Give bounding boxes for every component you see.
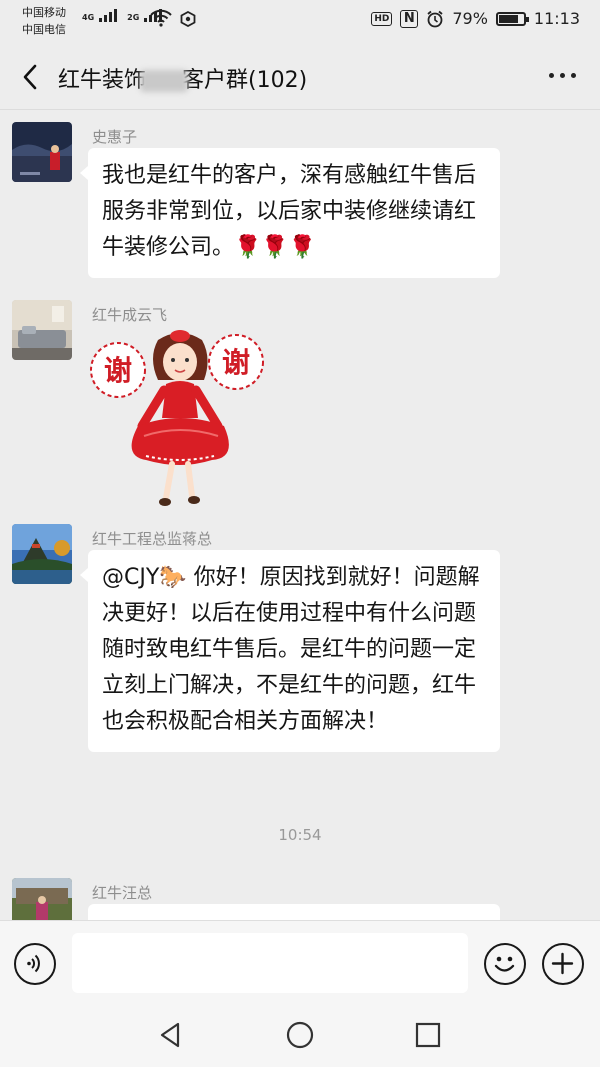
battery-fill [498, 14, 518, 23]
thank-you-sticker[interactable]: 谢 谢 [88, 328, 278, 512]
alarm-icon [427, 10, 443, 27]
network-type-2: 2G [127, 13, 140, 22]
status-right: HD N 79% 11:13 [371, 9, 580, 28]
message-bubble[interactable]: @CJY🐎 你好！原因找到就好！问题解决更好！以后在使用过程中有什么问题随时致电… [80, 550, 500, 752]
carrier-labels: 中国移动 中国电信 [22, 4, 66, 38]
battery-icon [495, 11, 529, 26]
message-list[interactable]: 史惠子 我也是红牛的客户，深有感触红牛售后服务非常到位，以后家中装修继续请红牛装… [0, 110, 600, 920]
sticker-text-left: 谢 [104, 354, 132, 387]
sender-name: 红牛工程总监蒋总 [92, 530, 213, 548]
nav-recents-icon[interactable] [413, 1020, 443, 1050]
nav-back-icon[interactable] [156, 1020, 186, 1050]
sender-name: 红牛汪总 [92, 884, 153, 902]
emoji-icon[interactable] [484, 943, 526, 985]
plus-icon[interactable] [542, 943, 584, 985]
sender-name: 红牛成云飞 [92, 306, 168, 324]
carrier-2: 中国电信 [22, 23, 66, 36]
chat-title: 红牛装饰 客户群(102) [58, 62, 307, 94]
more-dots-icon[interactable] [549, 73, 576, 78]
notification-icon [180, 11, 196, 27]
sticker-burst-left: 谢 [90, 342, 146, 398]
message-bubble[interactable]: 我也是红牛的客户，深有感触红牛售后服务非常到位，以后家中装修继续请红牛装修公司。… [80, 148, 500, 278]
avatar[interactable] [12, 122, 72, 182]
signal-bars-icon [99, 8, 118, 22]
carrier-1: 中国移动 [22, 6, 66, 19]
status-bar: 中国移动 中国电信 4G 2G HD N 79% 11:13 [0, 0, 600, 44]
wifi-icon [150, 9, 172, 27]
sticker-text-right: 谢 [222, 346, 250, 379]
sticker-burst-right: 谢 [208, 334, 264, 390]
avatar[interactable] [12, 300, 72, 360]
message-input[interactable] [72, 933, 468, 993]
voice-icon[interactable] [14, 943, 56, 985]
input-bar [0, 920, 600, 1006]
title-part-1: 红牛装饰 [58, 68, 147, 93]
hd-icon: HD [371, 11, 393, 26]
avatar[interactable] [12, 524, 72, 584]
network-type-1: 4G [82, 13, 95, 22]
nfc-icon: N [400, 9, 419, 28]
system-nav-bar [0, 1006, 600, 1067]
clock: 11:13 [533, 9, 580, 28]
chat-timestamp: 10:54 [278, 826, 322, 844]
sender-name: 史惠子 [92, 128, 138, 146]
title-redaction [140, 70, 189, 92]
nav-home-icon[interactable] [285, 1020, 315, 1050]
title-part-2: 客户群(102) [182, 68, 308, 93]
battery-percent: 79% [452, 9, 488, 28]
message-bubble[interactable] [88, 904, 500, 920]
avatar[interactable] [12, 878, 72, 920]
chevron-left-icon[interactable] [14, 60, 48, 94]
chat-header: 红牛装饰 客户群(102) [0, 44, 600, 110]
